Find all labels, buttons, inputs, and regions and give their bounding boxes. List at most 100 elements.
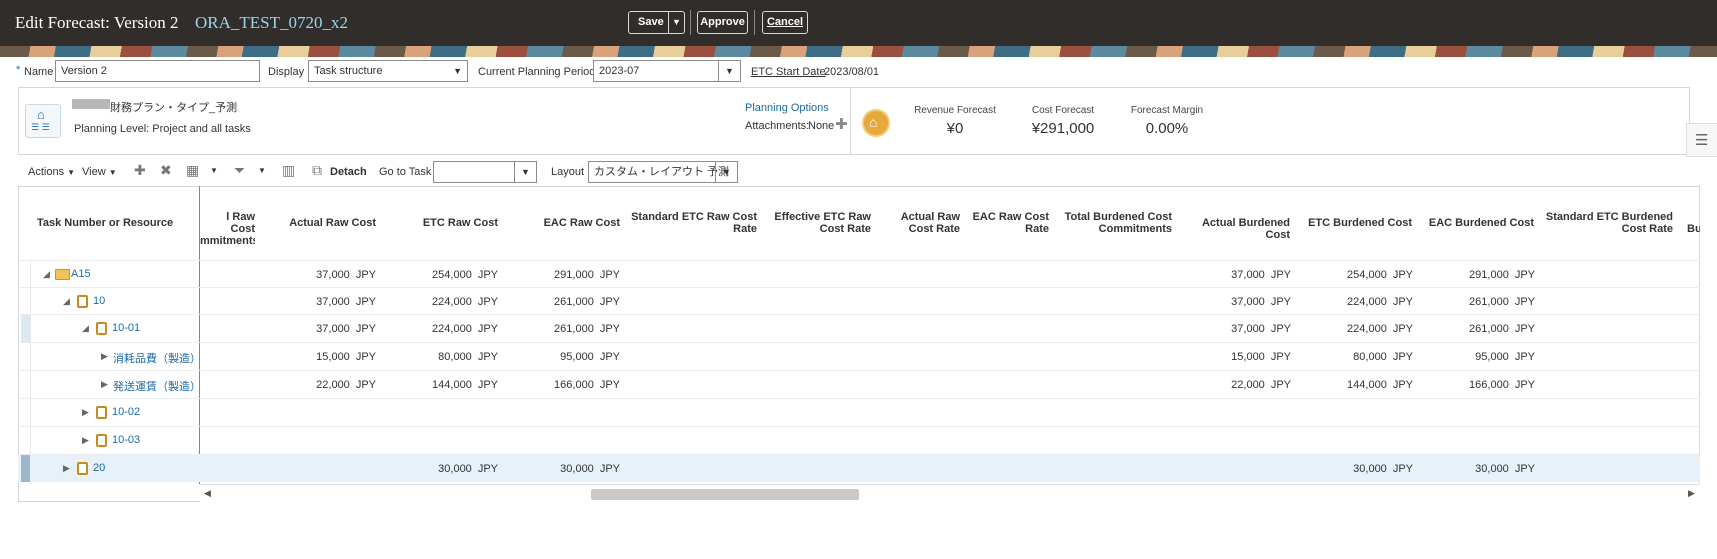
expand-icon[interactable]: ▶ bbox=[63, 463, 70, 474]
collapse-icon[interactable]: ◢ bbox=[63, 296, 70, 307]
display-label: Display bbox=[268, 66, 305, 78]
side-panel-tab[interactable]: ☰ bbox=[1686, 123, 1717, 157]
coins-icon: ⌂ bbox=[862, 109, 890, 137]
amount-value: 80,000 bbox=[1353, 351, 1387, 363]
amount-cell: 166,000 JPY bbox=[480, 379, 620, 391]
document-icon: ☰ bbox=[1695, 132, 1709, 149]
task-link[interactable]: A15 bbox=[71, 268, 91, 280]
view-menu[interactable]: View ▼ bbox=[82, 166, 117, 178]
actions-label: Actions bbox=[28, 166, 65, 178]
amount-cell: 30,000 JPY bbox=[480, 463, 620, 475]
collapse-icon[interactable]: ◢ bbox=[43, 269, 50, 280]
amount-value: 37,000 bbox=[1231, 296, 1265, 308]
horizontal-scrollbar[interactable] bbox=[200, 484, 1700, 502]
amount-cell: 30,000 JPY bbox=[1395, 463, 1535, 475]
scroll-left-icon[interactable]: ◀ bbox=[204, 488, 211, 499]
col-line: Standard ETC Burdened bbox=[1545, 211, 1673, 223]
amount-value: 224,000 bbox=[432, 296, 472, 308]
approve-button[interactable]: Approve bbox=[697, 11, 748, 34]
chevron-down-icon[interactable]: ▼ bbox=[715, 162, 737, 182]
header-bar: Edit Forecast: Version 2 ORA_TEST_0720_x… bbox=[0, 0, 1717, 46]
goto-task-input[interactable]: ▼ bbox=[433, 161, 537, 183]
col-line: Cost Rate bbox=[908, 223, 960, 235]
expand-icon[interactable]: ▶ bbox=[82, 435, 89, 446]
folder-icon bbox=[55, 269, 70, 280]
save-button[interactable]: Save ▼ bbox=[628, 11, 685, 34]
task-link[interactable]: 発送運賃（製造） bbox=[113, 378, 201, 394]
actions-menu[interactable]: Actions ▼ bbox=[28, 166, 75, 178]
col-eac-raw-cost: EAC Raw Cost bbox=[543, 217, 620, 229]
toolbar-separator bbox=[690, 10, 691, 35]
amount-cell: 22,000 JPY bbox=[236, 379, 376, 391]
row-selector[interactable] bbox=[21, 315, 30, 342]
planning-options-link[interactable]: Planning Options bbox=[745, 102, 829, 114]
amount-value: 15,000 bbox=[1231, 351, 1265, 363]
plan-summary-panel bbox=[18, 87, 1690, 155]
period-value: 2023-07 bbox=[599, 65, 640, 77]
col-line: EAC Raw Cost bbox=[972, 211, 1049, 223]
period-select[interactable]: 2023-07 ▼ bbox=[593, 60, 741, 82]
chevron-down-icon[interactable]: ▼ bbox=[258, 166, 266, 175]
amount-cell: 22,000 JPY bbox=[1151, 379, 1291, 391]
expand-icon[interactable]: ▶ bbox=[101, 379, 108, 390]
currency-code: JPY bbox=[599, 296, 620, 308]
col-task-number: Task Number or Resource bbox=[37, 217, 174, 229]
amount-value: 37,000 bbox=[1231, 323, 1265, 335]
amount-cell: 15,000 JPY bbox=[1151, 351, 1291, 363]
currency-code: JPY bbox=[1514, 379, 1535, 391]
etc-start-date-label[interactable]: ETC Start Date bbox=[751, 66, 826, 78]
col-line: Standard ETC Raw Cost bbox=[631, 211, 757, 223]
add-icon[interactable]: ✚ bbox=[134, 162, 146, 179]
amount-cell: 37,000 JPY bbox=[1151, 296, 1291, 308]
freeze-icon[interactable]: ▥ bbox=[282, 162, 295, 179]
display-select[interactable]: Task structure ▼ bbox=[308, 60, 468, 82]
chevron-down-icon: ▼ bbox=[67, 168, 76, 177]
task-icon bbox=[96, 406, 107, 419]
filter-icon[interactable]: ⏷ bbox=[234, 162, 245, 179]
task-link[interactable]: 20 bbox=[93, 462, 105, 474]
table-row[interactable] bbox=[18, 426, 1700, 454]
col-standard-etc-burdened-cost-rate: Standard ETC Burdened Cost Rate bbox=[1542, 211, 1673, 235]
amount-cell: 261,000 JPY bbox=[1395, 296, 1535, 308]
delete-icon[interactable]: ✖ bbox=[160, 162, 172, 179]
amount-cell: 291,000 JPY bbox=[480, 269, 620, 281]
amount-value: 15,000 bbox=[316, 351, 350, 363]
task-link[interactable]: 10-02 bbox=[112, 406, 140, 418]
amount-value: 261,000 bbox=[1469, 323, 1509, 335]
amount-cell: 254,000 JPY bbox=[1273, 269, 1413, 281]
chevron-down-icon[interactable]: ▼ bbox=[210, 166, 218, 175]
save-label: Save bbox=[638, 16, 664, 28]
amount-value: 95,000 bbox=[1475, 351, 1509, 363]
task-link[interactable]: 10 bbox=[93, 295, 105, 307]
detach-icon[interactable]: ⧉ bbox=[312, 162, 322, 179]
chevron-down-icon: ▼ bbox=[453, 66, 462, 76]
chevron-down-icon[interactable]: ▼ bbox=[718, 61, 740, 81]
task-link[interactable]: 消耗品費（製造） bbox=[113, 350, 201, 366]
detach-button[interactable]: Detach bbox=[330, 166, 367, 178]
decorative-banner bbox=[0, 46, 1717, 57]
currency-code: JPY bbox=[599, 323, 620, 335]
revenue-forecast-value: ¥0 bbox=[946, 120, 964, 137]
task-link[interactable]: 10-01 bbox=[112, 322, 140, 334]
row-selector[interactable] bbox=[21, 455, 30, 482]
scrollbar-thumb[interactable] bbox=[591, 489, 859, 500]
amount-value: 37,000 bbox=[316, 296, 350, 308]
save-menu-chevron-icon[interactable]: ▼ bbox=[672, 12, 681, 33]
scroll-right-icon[interactable]: ▶ bbox=[1688, 488, 1695, 499]
chevron-down-icon[interactable]: ▼ bbox=[514, 162, 536, 182]
name-field[interactable]: Version 2 bbox=[55, 60, 260, 82]
expand-icon[interactable]: ▶ bbox=[101, 351, 108, 362]
cancel-button[interactable]: Cancel bbox=[762, 11, 808, 34]
expand-icon[interactable]: ▶ bbox=[82, 407, 89, 418]
collapse-icon[interactable]: ◢ bbox=[82, 323, 89, 334]
layout-select[interactable]: カスタム・レイアウト 予測 ▼ bbox=[588, 161, 738, 183]
amount-cell: 261,000 JPY bbox=[1395, 323, 1535, 335]
amount-cell: 37,000 JPY bbox=[1151, 323, 1291, 335]
amount-value: 37,000 bbox=[1231, 269, 1265, 281]
task-link[interactable]: 10-03 bbox=[112, 434, 140, 446]
period-label: Current Planning Period bbox=[478, 66, 596, 78]
table-row[interactable] bbox=[18, 398, 1700, 426]
col-effective-etc-raw-cost-rate: Effective ETC Raw Cost Rate bbox=[765, 211, 871, 235]
add-attachment-icon[interactable]: ✚ bbox=[835, 115, 848, 133]
columns-icon[interactable]: ▦ bbox=[186, 162, 199, 179]
